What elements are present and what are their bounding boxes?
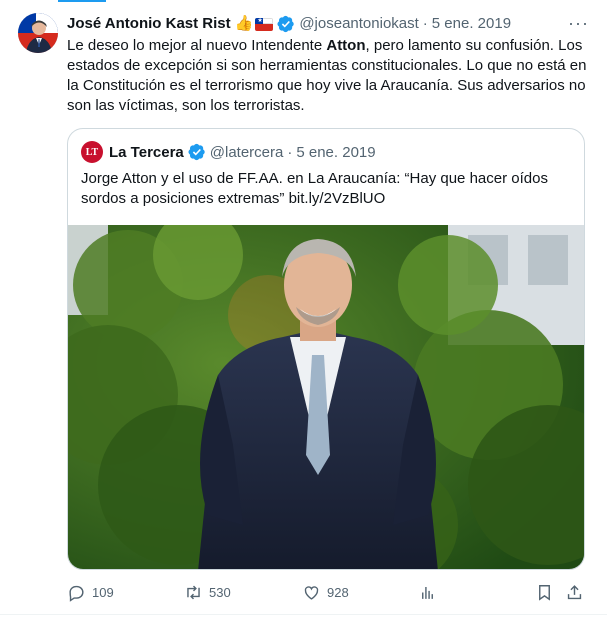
quoted-tweet-photo[interactable] xyxy=(68,225,584,569)
analytics-icon xyxy=(422,586,433,599)
tweet-date[interactable]: 5 ene. 2019 xyxy=(432,14,511,34)
quoted-tweet-text: Jorge Atton y el uso de FF.AA. en La Ara… xyxy=(81,170,548,207)
tweet-text-part1: Le deseo lo mejor al nuevo Intendente xyxy=(67,37,327,54)
like-button[interactable]: 928 xyxy=(302,580,349,604)
reply-button[interactable]: 109 xyxy=(67,580,114,604)
reply-icon xyxy=(69,585,84,602)
bookmark-icon xyxy=(539,584,550,601)
repost-icon xyxy=(187,585,200,599)
tweet-text-bold: Atton xyxy=(326,37,366,54)
bookmark-button[interactable] xyxy=(535,580,554,604)
la-tercera-logo[interactable]: LT xyxy=(81,141,103,163)
repost-button[interactable]: 530 xyxy=(184,580,231,604)
tweet-actions: 109 530 928 xyxy=(67,580,587,604)
quoted-tweet-header: LT La Tercera @latercera · 5 ene. 2019 xyxy=(81,141,376,163)
quoted-tweet-date[interactable]: 5 ene. 2019 xyxy=(296,144,375,161)
chile-flag-icon: ★ xyxy=(255,17,274,31)
separator-dot: · xyxy=(287,143,293,161)
thumbs-up-icon: 👍 xyxy=(234,15,254,32)
author-handle[interactable]: @joseantoniokast xyxy=(299,14,418,34)
divider xyxy=(0,614,607,615)
quoted-tweet[interactable]: LT La Tercera @latercera · 5 ene. 2019 J… xyxy=(67,128,585,570)
heart-icon xyxy=(304,585,319,600)
views-button[interactable] xyxy=(418,580,437,604)
quoted-author-name[interactable]: La Tercera xyxy=(109,144,184,161)
tweet-text: Le deseo lo mejor al nuevo Intendente At… xyxy=(67,36,587,116)
author-name[interactable]: José Antonio Kast Rist xyxy=(67,14,231,34)
repost-count: 530 xyxy=(209,584,231,600)
like-count: 928 xyxy=(327,584,349,600)
share-icon xyxy=(567,584,582,599)
reply-count: 109 xyxy=(92,584,114,600)
share-button[interactable] xyxy=(565,580,584,604)
quoted-author-handle[interactable]: @latercera xyxy=(210,144,284,161)
avatar[interactable] xyxy=(18,13,58,53)
verified-badge-icon xyxy=(188,143,205,161)
tweet-header: José Antonio Kast Rist 👍 ★ @joseantoniok… xyxy=(67,13,589,35)
more-options-icon[interactable]: ··· xyxy=(568,13,589,33)
separator-dot: · xyxy=(422,15,428,32)
verified-badge-icon xyxy=(277,15,295,33)
tweet[interactable]: José Antonio Kast Rist 👍 ★ @joseantoniok… xyxy=(0,0,607,614)
